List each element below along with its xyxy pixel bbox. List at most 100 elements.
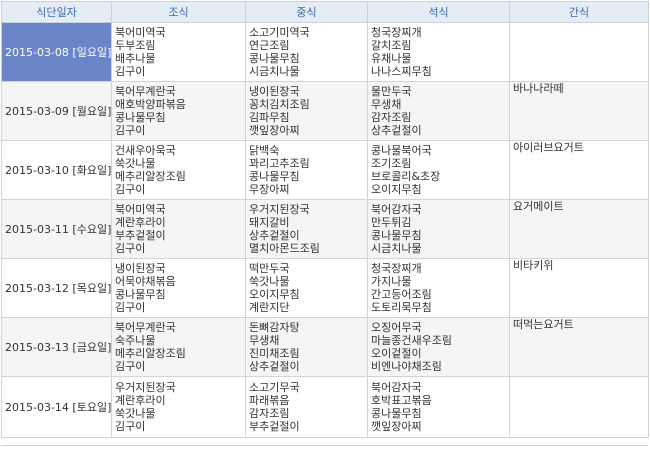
- breakfast-item: 두부조림: [115, 39, 156, 52]
- dinner-item: 콩나물북어국: [371, 144, 432, 157]
- dinner-item: 조기조림: [371, 157, 412, 170]
- breakfast-item: 김구이: [115, 420, 146, 433]
- row-date[interactable]: 2015-03-13 [금요일]: [1, 317, 112, 377]
- cell-breakfast: 북어무계란국 애호박양파볶음 콩나물무침 김구이: [111, 81, 246, 141]
- dinner-item: 유채나물: [371, 52, 412, 65]
- header-snack[interactable]: 간식: [509, 1, 649, 23]
- breakfast-item: 숙주나물: [115, 334, 156, 347]
- table-row[interactable]: 2015-03-08 [일요일] 북어미역국 두부조림 배추나물 김구이 소고기미역국 연근…: [1, 22, 649, 82]
- breakfast-item: 메추리알장조림: [115, 170, 186, 183]
- row-date[interactable]: 2015-03-12 [목요일]: [1, 258, 112, 318]
- dinner-item: 마늘종건새우조림: [371, 334, 452, 347]
- dinner-item: 북어감자국: [371, 203, 422, 216]
- dinner-item: 북어감자국: [371, 381, 422, 394]
- breakfast-item: 김구이: [115, 301, 146, 314]
- dinner-item: 깻잎장아찌: [371, 420, 422, 433]
- header-date[interactable]: 식단일자: [1, 1, 112, 23]
- header-lunch[interactable]: 중식: [245, 1, 368, 23]
- lunch-item: 돈뼈감자탕: [249, 321, 300, 334]
- dinner-item: 콩나물무침: [371, 229, 422, 242]
- breakfast-item: 부추겉절이: [115, 229, 166, 242]
- cell-snack: 요거메이트: [509, 199, 649, 259]
- lunch-item: 멸치아몬드조림: [249, 242, 320, 255]
- lunch-item: 감자조림: [249, 407, 290, 420]
- header-dinner[interactable]: 석식: [367, 1, 510, 23]
- lunch-item: 무장아찌: [249, 183, 290, 196]
- lunch-item: 콩나물무침: [249, 170, 300, 183]
- table-bottom-border: [1, 445, 648, 446]
- row-date[interactable]: 2015-03-11 [수요일]: [1, 199, 112, 259]
- cell-lunch: 떡만두국 쑥갓나물 오이지무침 계란지단: [245, 258, 368, 318]
- row-date[interactable]: 2015-03-10 [화요일]: [1, 140, 112, 200]
- breakfast-item: 김구이: [115, 65, 146, 78]
- cell-lunch: 냉이된장국 꽁치김치조림 김파무침 깻잎장아찌: [245, 81, 368, 141]
- table-row[interactable]: 2015-03-12 [목요일] 냉이된장국 어묵야채볶음 콩나물무침 김구이 떡만두국 쑥…: [1, 258, 649, 318]
- cell-breakfast: 우거지된장국 계란후라이 쑥갓나물 김구이: [111, 376, 246, 438]
- table-row[interactable]: 2015-03-10 [화요일] 건새우아욱국 쑥갓나물 메추리알장조림 김구이 닭백숙 꽈…: [1, 140, 649, 200]
- lunch-item: 돼지갈비: [249, 216, 290, 229]
- breakfast-item: 애호박양파볶음: [115, 98, 186, 111]
- lunch-item: 파래볶음: [249, 394, 290, 407]
- breakfast-item: 쑥갓나물: [115, 407, 156, 420]
- breakfast-item: 우거지된장국: [115, 381, 176, 394]
- lunch-item: 닭백숙: [249, 144, 280, 157]
- lunch-item: 진미채조림: [249, 347, 300, 360]
- lunch-item: 꽈리고추조림: [249, 157, 310, 170]
- breakfast-item: 북어무계란국: [115, 321, 176, 334]
- cell-snack: 비타키위: [509, 258, 649, 318]
- dinner-item: 시금치나물: [371, 242, 422, 255]
- lunch-item: 소고기무국: [249, 381, 300, 394]
- breakfast-item: 김구이: [115, 360, 146, 373]
- dinner-item: 오징어무국: [371, 321, 422, 334]
- breakfast-item: 콩나물무침: [115, 288, 166, 301]
- dinner-item: 청국장찌개: [371, 262, 422, 275]
- breakfast-item: 건새우아욱국: [115, 144, 176, 157]
- dinner-item: 물만두국: [371, 85, 412, 98]
- table-row[interactable]: 2015-03-13 [금요일] 북어무계란국 숙주나물 메추리알장조림 김구이 돈뼈감자…: [1, 317, 649, 377]
- table-row[interactable]: 2015-03-11 [수요일] 북어미역국 계란후라이 부추겉절이 김구이 우거지된장국…: [1, 199, 649, 259]
- cell-snack: [509, 22, 649, 82]
- lunch-item: 오이지무침: [249, 288, 300, 301]
- lunch-item: 부추겉절이: [249, 420, 300, 433]
- cell-breakfast: 북어무계란국 숙주나물 메추리알장조림 김구이: [111, 317, 246, 377]
- row-date[interactable]: 2015-03-08 [일요일]: [1, 22, 112, 82]
- lunch-item: 김파무침: [249, 111, 290, 124]
- dinner-item: 간고등어조림: [371, 288, 432, 301]
- lunch-item: 계란지단: [249, 301, 290, 314]
- row-date[interactable]: 2015-03-14 [토요일]: [1, 376, 112, 438]
- cell-dinner: 북어감자국 호박표고볶음 콩나물무침 깻잎장아찌: [367, 376, 510, 438]
- breakfast-item: 김구이: [115, 183, 146, 196]
- dinner-item: 콩나물무침: [371, 407, 422, 420]
- cell-breakfast: 북어미역국 두부조림 배추나물 김구이: [111, 22, 246, 82]
- cell-lunch: 소고기미역국 연근조림 콩나물무침 시금치나물: [245, 22, 368, 82]
- header-breakfast[interactable]: 조식: [111, 1, 246, 23]
- breakfast-item: 메추리알장조림: [115, 347, 186, 360]
- cell-breakfast: 냉이된장국 어묵야채볶음 콩나물무침 김구이: [111, 258, 246, 318]
- breakfast-item: 김구이: [115, 124, 146, 137]
- row-date[interactable]: 2015-03-09 [월요일]: [1, 81, 112, 141]
- breakfast-item: 냉이된장국: [115, 262, 166, 275]
- dinner-item: 가지나물: [371, 275, 412, 288]
- breakfast-item: 콩나물무침: [115, 111, 166, 124]
- breakfast-item: 쑥갓나물: [115, 157, 156, 170]
- dinner-item: 청국장찌개: [371, 26, 422, 39]
- meal-schedule: 식단일자 조식 중식 석식 간식 2015-03-08 [일요일] 북어미역국 두부…: [0, 0, 650, 450]
- table-row[interactable]: 2015-03-09 [월요일] 북어무계란국 애호박양파볶음 콩나물무침 김구이 냉이된…: [1, 81, 649, 141]
- dinner-item: 무생채: [371, 98, 402, 111]
- cell-dinner: 북어감자국 만두튀김 콩나물무침 시금치나물: [367, 199, 510, 259]
- dinner-item: 오이지무침: [371, 183, 422, 196]
- breakfast-item: 계란후라이: [115, 216, 166, 229]
- cell-breakfast: 건새우아욱국 쑥갓나물 메추리알장조림 김구이: [111, 140, 246, 200]
- cell-snack: 떠먹는요거트: [509, 317, 649, 377]
- cell-snack: 아이러브요거트: [509, 140, 649, 200]
- cell-lunch: 우거지된장국 돼지갈비 상추겉절이 멸치아몬드조림: [245, 199, 368, 259]
- dinner-item: 비엔나야채조림: [371, 360, 442, 373]
- table-row[interactable]: 2015-03-14 [토요일] 우거지된장국 계란후라이 쑥갓나물 김구이 소고기무국 파…: [1, 376, 649, 438]
- breakfast-item: 배추나물: [115, 52, 156, 65]
- meal-table: 식단일자 조식 중식 석식 간식 2015-03-08 [일요일] 북어미역국 두부…: [1, 1, 649, 438]
- cell-dinner: 오징어무국 마늘종건새우조림 오이겉절이 비엔나야채조림: [367, 317, 510, 377]
- breakfast-item: 계란후라이: [115, 394, 166, 407]
- breakfast-item: 북어미역국: [115, 203, 166, 216]
- dinner-item: 호박표고볶음: [371, 394, 432, 407]
- lunch-item: 냉이된장국: [249, 85, 300, 98]
